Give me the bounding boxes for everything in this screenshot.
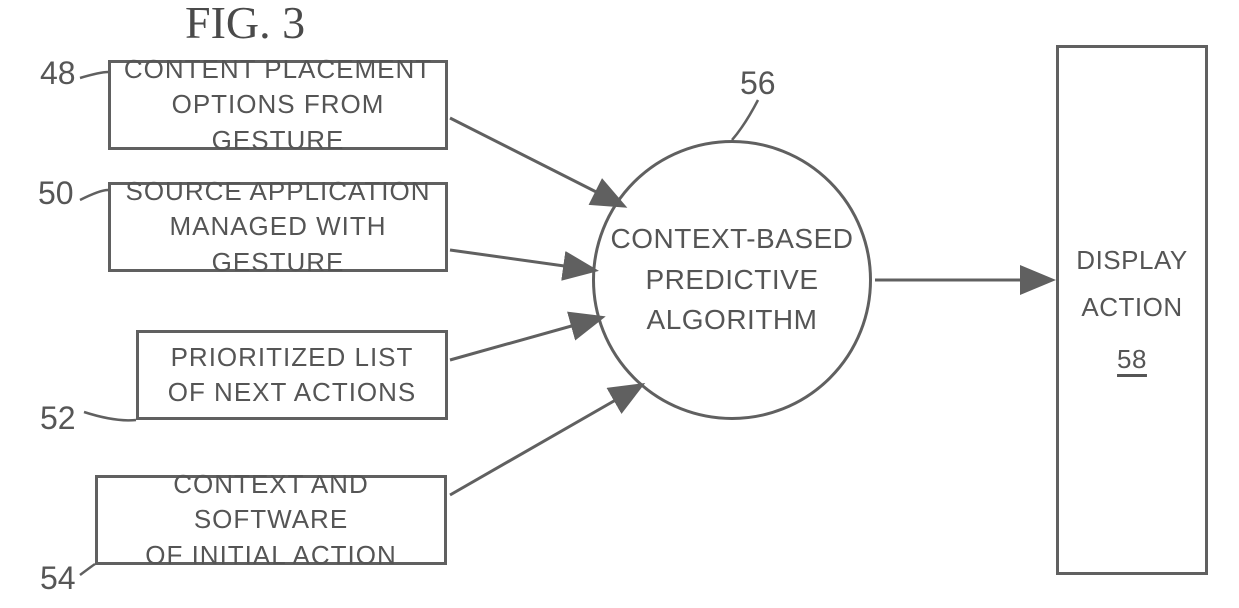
output-line: ACTION — [1081, 284, 1182, 331]
arrow-52-to-circle — [450, 318, 600, 360]
ref-number-48: 48 — [40, 55, 76, 92]
arrow-50-to-circle — [450, 250, 593, 270]
arrow-54-to-circle — [450, 386, 640, 495]
output-line: DISPLAY — [1076, 237, 1187, 284]
output-line: 58 — [1117, 336, 1147, 383]
ref-number-54: 54 — [40, 560, 76, 597]
input-box-line: MANAGED WITH GESTURE — [111, 209, 445, 279]
input-box-content-placement: CONTENT PLACEMENT OPTIONS FROM GESTURE — [108, 60, 448, 150]
algorithm-line: PREDICTIVE — [645, 260, 818, 301]
input-box-prioritized-list: PRIORITIZED LIST OF NEXT ACTIONS — [136, 330, 448, 420]
algorithm-line: CONTEXT-BASED — [611, 219, 854, 260]
input-box-context-software: CONTEXT AND SOFTWARE OF INITIAL ACTION — [95, 475, 447, 565]
leader-curve-50 — [80, 190, 108, 200]
input-box-line: OPTIONS FROM GESTURE — [111, 87, 445, 157]
leader-curve-54 — [80, 564, 95, 575]
leader-curve-56 — [732, 100, 758, 140]
leader-curve-52 — [84, 412, 136, 420]
ref-number-50: 50 — [38, 175, 74, 212]
figure-title: FIG. 3 — [185, 0, 305, 49]
arrow-48-to-circle — [450, 118, 622, 205]
algorithm-circle: CONTEXT-BASED PREDICTIVE ALGORITHM — [592, 140, 872, 420]
input-box-line: SOURCE APPLICATION — [125, 174, 430, 209]
input-box-line: PRIORITIZED LIST — [171, 340, 414, 375]
algorithm-line: ALGORITHM — [647, 300, 818, 341]
input-box-source-application: SOURCE APPLICATION MANAGED WITH GESTURE — [108, 182, 448, 272]
output-box-display-action: DISPLAY ACTION 58 — [1056, 45, 1208, 575]
input-box-line: OF INITIAL ACTION — [145, 538, 397, 573]
leader-curve-48 — [80, 72, 108, 78]
input-box-line: OF NEXT ACTIONS — [168, 375, 417, 410]
input-box-line: CONTEXT AND SOFTWARE — [98, 467, 444, 537]
ref-number-52: 52 — [40, 400, 76, 437]
input-box-line: CONTENT PLACEMENT — [124, 52, 432, 87]
ref-number-56: 56 — [740, 65, 776, 102]
